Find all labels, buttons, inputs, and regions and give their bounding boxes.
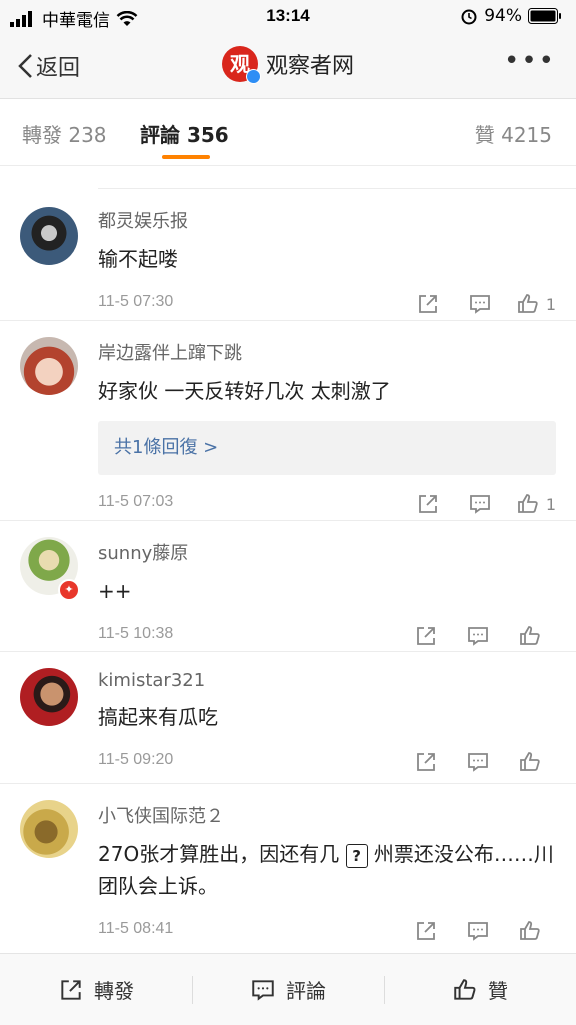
comment-text-part: 27O张才算胜出，因还有几 (98, 842, 346, 866)
thumbs-up-icon (454, 978, 476, 1000)
vip-badge-icon: ✦ (58, 579, 80, 601)
like-post-button[interactable]: 贊 (384, 954, 576, 1025)
comment-text: 输不起喽 (98, 247, 178, 271)
like-count: 1 (545, 494, 556, 514)
reply-button[interactable] (452, 916, 504, 946)
list-item-partial (98, 166, 576, 189)
reply-button[interactable] (452, 621, 504, 651)
like-count: 1 (545, 294, 556, 314)
timestamp: 11-5 09:20 (98, 751, 174, 768)
battery-percent: 94% (484, 6, 522, 26)
username[interactable]: 小飞侠国际范２ (98, 784, 556, 828)
comment-text: ++ (98, 579, 132, 603)
status-right: 94% (460, 6, 562, 26)
tab-comment[interactable]: 評論 356 (140, 119, 229, 148)
comment-label: 評論 (286, 979, 326, 1003)
thumbs-up-icon (520, 921, 540, 940)
comment-icon (468, 627, 488, 646)
avatar[interactable] (20, 668, 78, 726)
verified-icon (245, 69, 261, 84)
logo: 观 (221, 46, 261, 84)
username[interactable]: kimistar321 (98, 652, 556, 691)
repost-button[interactable]: 轉發 (0, 954, 192, 1025)
comment-icon (469, 295, 490, 314)
username[interactable]: 岸边露伴上蹿下跳 (98, 321, 556, 365)
share-icon (418, 295, 437, 313)
nav-bar: 返回 观 观察者网 ••• (0, 32, 576, 99)
comment-icon (252, 979, 274, 1001)
thumbs-up-icon (520, 626, 540, 645)
timestamp: 11-5 07:30 (98, 293, 174, 310)
list-item: ✦ sunny藤原 ++ 11-5 10:38 (0, 521, 576, 652)
share-button[interactable] (400, 916, 452, 946)
share-button[interactable] (400, 621, 452, 651)
list-item: 都灵娱乐报 输不起喽 11-5 07:30 1 (0, 189, 576, 321)
share-icon (418, 495, 437, 513)
share-icon (417, 753, 435, 771)
avatar[interactable] (20, 800, 78, 858)
account-title[interactable]: 观 观察者网 (0, 46, 576, 84)
reply-button[interactable] (454, 289, 506, 319)
like-button[interactable] (504, 621, 556, 651)
username[interactable]: 都灵娱乐报 (98, 189, 556, 233)
comment-icon (468, 753, 488, 772)
missing-glyph-icon: ? (345, 843, 368, 868)
like-button[interactable]: 1 (506, 289, 556, 319)
battery-icon (528, 8, 561, 24)
share-button[interactable] (402, 489, 454, 519)
share-icon (417, 627, 435, 645)
thumbs-up-icon (517, 294, 538, 313)
alarm-icon (461, 9, 477, 25)
more-icon: ••• (503, 46, 556, 76)
comment-button[interactable]: 評論 (192, 954, 384, 1025)
comment-icon (469, 495, 490, 514)
reply-summary-link[interactable]: 共1條回復 > (98, 421, 556, 475)
share-button[interactable] (400, 747, 452, 777)
avatar[interactable] (20, 207, 78, 265)
like-button[interactable] (504, 747, 556, 777)
like-label: 贊 (488, 979, 508, 1003)
list-item: 岸边露伴上蹿下跳 好家伙 一天反转好几次 太刺激了 共1條回復 > 11-5 0… (0, 321, 576, 521)
reply-button[interactable] (452, 747, 504, 777)
comment-text: 好家伙 一天反转好几次 太刺激了 (98, 379, 391, 403)
list-item: 小飞侠国际范２ 27O张才算胜出，因还有几 ? 州票还没公布……川团队会上诉。 … (0, 784, 576, 952)
comment-text: 27O张才算胜出，因还有几 ? 州票还没公布……川团队会上诉。 (98, 838, 556, 902)
timestamp: 11-5 07:03 (98, 493, 174, 510)
comment-icon (468, 922, 488, 941)
thumbs-up-icon (520, 752, 540, 771)
tab-like[interactable]: 贊 4215 (475, 119, 552, 148)
comment-list[interactable]: 都灵娱乐报 输不起喽 11-5 07:30 1 岸边露伴上蹿下跳 好家伙 一天反… (0, 166, 576, 952)
reply-button[interactable] (454, 489, 506, 519)
thumbs-up-icon (517, 494, 538, 513)
status-bar: 中華電信 13:14 94% (0, 0, 576, 32)
more-button[interactable]: ••• (504, 46, 556, 76)
share-button[interactable] (402, 289, 454, 319)
share-icon (417, 922, 435, 940)
share-icon (61, 979, 81, 1000)
list-item: kimistar321 搞起来有瓜吃 11-5 09:20 (0, 652, 576, 784)
like-button[interactable]: 1 (506, 489, 556, 519)
like-button[interactable] (504, 916, 556, 946)
username[interactable]: sunny藤原 (98, 521, 556, 565)
tab-repost[interactable]: 轉發 238 (22, 119, 107, 148)
timestamp: 11-5 08:41 (98, 920, 174, 937)
bottom-toolbar: 轉發 評論 贊 (0, 953, 576, 1025)
avatar[interactable] (20, 337, 78, 395)
page-title: 观察者网 (265, 54, 354, 79)
comment-text: 搞起来有瓜吃 (98, 705, 218, 729)
active-tab-indicator (162, 155, 210, 159)
repost-label: 轉發 (94, 979, 134, 1003)
timestamp: 11-5 10:38 (98, 625, 174, 642)
tab-bar: 轉發 238 評論 356 贊 4215 (0, 99, 576, 166)
